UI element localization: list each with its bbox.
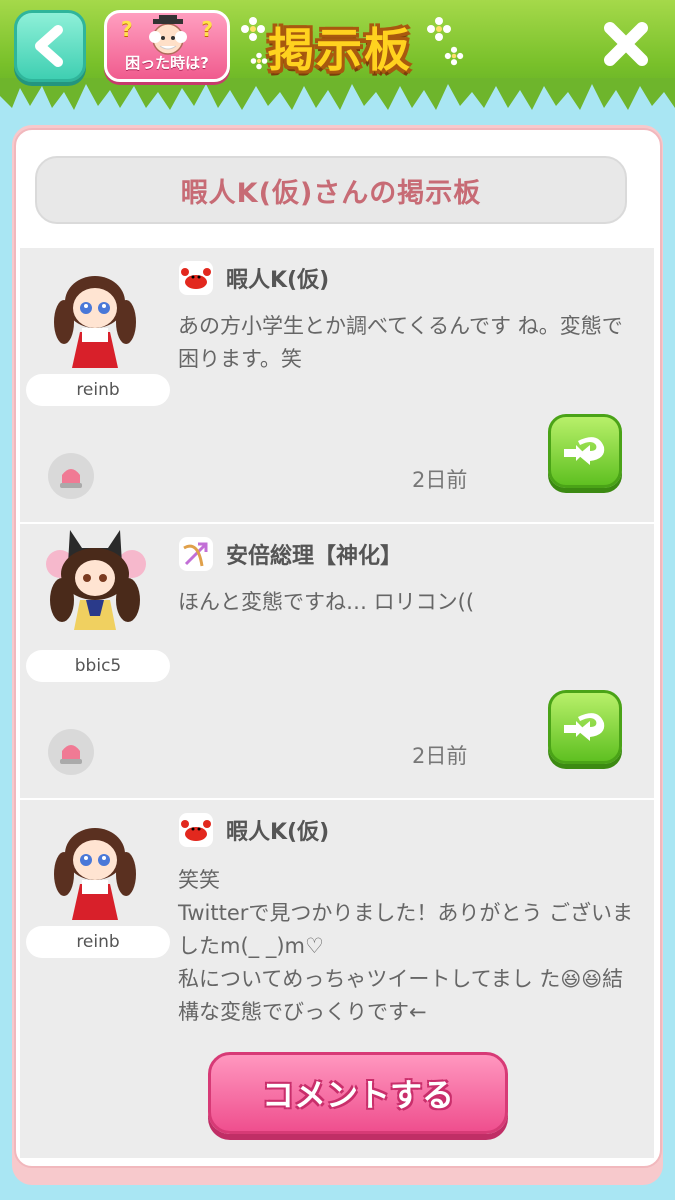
post-author: 暇人K(仮) <box>226 820 330 845</box>
post-item: reinb 暇人K(仮) あの方小学生とか調べてくるんです ね。変態で困ります。… <box>20 248 654 524</box>
post-body-line: 私についてめっちゃツイートしてまし た😆😆結構な変態でびっくりです← <box>178 963 638 1029</box>
reply-arrow-icon <box>564 713 605 741</box>
username-label[interactable]: bbic5 <box>26 650 170 682</box>
post-time: 2日前 <box>412 468 468 492</box>
username-label[interactable]: reinb <box>26 926 170 958</box>
alarm-light-icon <box>60 469 82 488</box>
flower-sparkle-icon <box>444 46 464 66</box>
back-button[interactable] <box>14 10 86 82</box>
alarm-light-icon <box>60 745 82 764</box>
username-label[interactable]: reinb <box>26 374 170 406</box>
help-button[interactable]: ? ? 困った時は? <box>104 10 230 82</box>
page-title: 掲示板 <box>268 23 412 77</box>
archer-bow-icon <box>179 537 213 571</box>
question-mark-right: ? <box>201 17 213 41</box>
comment-button-label: コメントする <box>261 1076 454 1114</box>
post-item: bbic5 安倍総理【神化】 ほんと変態ですね… ロリコン(( 2日前 <box>20 524 654 800</box>
post-list[interactable]: reinb 暇人K(仮) あの方小学生とか調べてくるんです ね。変態で困ります。… <box>20 248 654 1158</box>
reply-button[interactable] <box>548 414 622 488</box>
post-author: 暇人K(仮) <box>226 268 330 293</box>
grass-decoration <box>0 78 675 118</box>
flower-sparkle-icon <box>250 52 268 70</box>
close-icon[interactable] <box>600 18 652 70</box>
board-title: 暇人K(仮)さんの掲示板 <box>180 177 482 209</box>
post-body: ほんと変態ですね… ロリコン(( <box>178 590 475 614</box>
professor-face-icon <box>149 15 187 55</box>
reply-button[interactable] <box>548 690 622 764</box>
post-body: 笑笑 Twitterで見つかりました！ありがとう ございましたm(_ _)m♡ … <box>178 864 638 1029</box>
crab-icon <box>179 813 213 847</box>
header-bar: ? ? 困った時は? 掲示板 <box>0 0 675 118</box>
post-body-line: Twitterで見つかりました！ありがとう ございましたm(_ _)m♡ <box>178 901 634 958</box>
flower-sparkle-icon <box>241 17 265 41</box>
avatar[interactable] <box>40 262 150 372</box>
post-body-line: 笑笑 <box>178 868 220 892</box>
help-label: 困った時は? <box>125 54 209 72</box>
laughing-emoji-icon: 😆😆 <box>560 967 603 991</box>
reply-arrow-icon <box>564 437 605 465</box>
post-time: 2日前 <box>412 744 468 768</box>
report-button[interactable] <box>48 729 94 775</box>
post-author: 安倍総理【神化】 <box>226 544 403 569</box>
post-body: あの方小学生とか調べてくるんです ね。変態で困ります。笑 <box>178 314 623 371</box>
flower-sparkle-icon <box>427 17 451 41</box>
crab-icon <box>179 261 213 295</box>
post-body-text: 私についてめっちゃツイートしてまし た <box>178 967 561 991</box>
chevron-left-icon <box>35 25 63 67</box>
avatar[interactable] <box>40 524 150 634</box>
comment-button[interactable]: コメントする <box>208 1052 508 1134</box>
board-title-box: 暇人K(仮)さんの掲示板 <box>35 156 627 224</box>
report-button[interactable] <box>48 453 94 499</box>
avatar[interactable] <box>40 814 150 924</box>
question-mark-left: ? <box>121 17 133 41</box>
